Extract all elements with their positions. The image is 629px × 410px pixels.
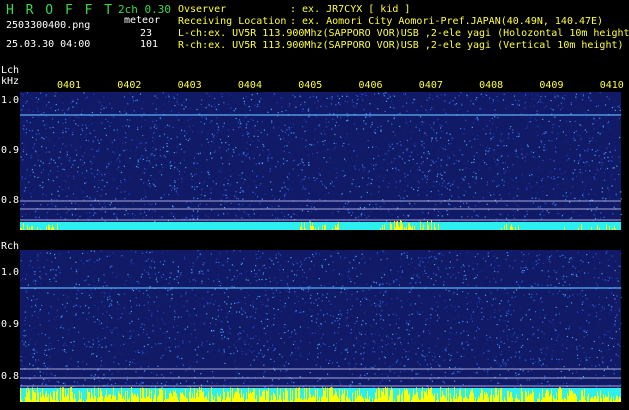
lch-level-band [20,222,621,230]
hroft-screen: H R O F F T 2ch 0.30 2503300400.png mete… [0,0,629,410]
spectrogram-panels [20,92,622,402]
